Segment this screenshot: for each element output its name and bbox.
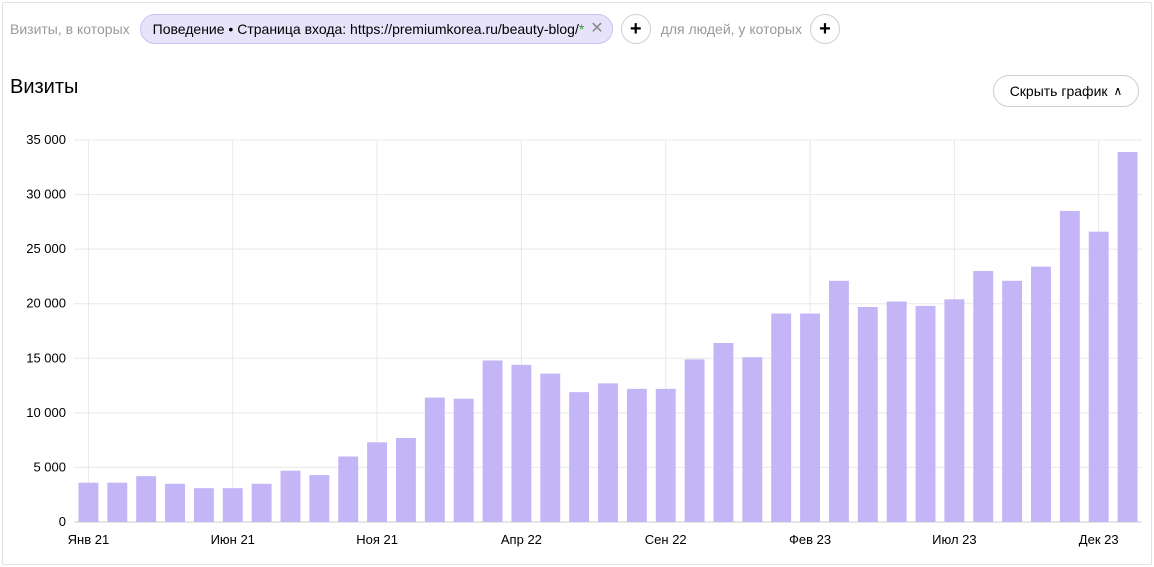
bar	[598, 383, 618, 522]
bar	[742, 357, 763, 522]
bar	[944, 299, 965, 522]
x-tick-label: Июн 21	[211, 532, 255, 547]
bar	[453, 398, 474, 522]
bar	[222, 488, 243, 522]
bar	[828, 280, 849, 522]
bar	[482, 360, 503, 522]
y-tick-label: 35 000	[26, 132, 66, 147]
y-tick-label: 0	[59, 514, 66, 529]
y-tick-label: 10 000	[26, 405, 66, 420]
y-tick-label: 20 000	[26, 296, 66, 311]
bar	[193, 488, 214, 522]
y-tick-label: 15 000	[26, 350, 66, 365]
bar	[367, 442, 388, 522]
bar	[569, 392, 590, 522]
bar	[800, 313, 821, 522]
bar	[655, 388, 676, 522]
bar	[915, 305, 936, 522]
bar	[771, 313, 792, 522]
bar	[107, 482, 128, 522]
bar	[886, 301, 907, 522]
bar	[857, 306, 878, 522]
x-tick-label: Янв 21	[68, 532, 110, 547]
bar	[511, 364, 532, 522]
bar	[973, 270, 994, 522]
bar	[684, 359, 705, 522]
bar	[424, 397, 445, 522]
x-tick-label: Ноя 21	[356, 532, 398, 547]
x-tick-label: Сен 22	[645, 532, 687, 547]
y-tick-label: 25 000	[26, 241, 66, 256]
bar	[1117, 152, 1138, 522]
y-tick-label: 30 000	[26, 187, 66, 202]
x-tick-label: Апр 22	[501, 532, 542, 547]
bar	[251, 483, 272, 522]
bar	[165, 483, 185, 522]
x-tick-label: Дек 23	[1079, 532, 1119, 547]
x-tick-label: Фев 23	[789, 532, 831, 547]
y-tick-label: 5 000	[33, 459, 66, 474]
bar	[309, 475, 330, 522]
bar	[713, 343, 734, 522]
bar	[626, 388, 647, 522]
bar	[1031, 266, 1051, 522]
bar	[540, 373, 561, 522]
bar	[78, 482, 99, 522]
bar	[1088, 231, 1109, 522]
x-tick-label: Июл 23	[932, 532, 976, 547]
bar	[280, 470, 301, 522]
bar	[395, 437, 416, 522]
bar	[1059, 210, 1080, 522]
visits-bar-chart: 0 5 000 10 000 15 000 20 000 25 000 30 000 35 0…	[26, 132, 1142, 547]
bar	[136, 476, 157, 522]
bar	[1002, 280, 1023, 522]
bar	[338, 456, 359, 522]
